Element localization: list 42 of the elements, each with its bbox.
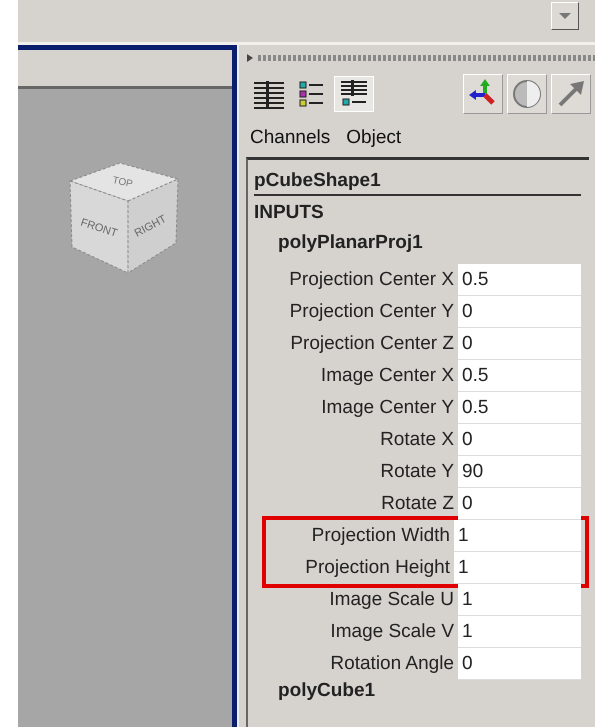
list-icon [252,79,286,109]
attribute-label[interactable]: Projection Center Z [254,328,458,360]
value-field[interactable]: 0.5 [458,264,581,296]
value-field[interactable]: 0 [458,488,581,520]
value-field[interactable]: 1 [458,616,581,648]
attribute-label[interactable]: Projection Center Y [254,296,458,328]
node-name[interactable]: polyPlanarProj1 [254,232,581,264]
value-field[interactable]: 0 [458,648,581,680]
attribute-label[interactable]: Rotate Z [254,488,458,520]
menu-item[interactable]: Object [346,127,402,149]
value-field[interactable]: 0 [458,424,581,456]
attribute-label[interactable]: Image Scale U [254,584,458,616]
attribute-label[interactable]: Projection Center X [254,264,458,296]
value-field[interactable]: 0 [458,328,581,360]
value-field[interactable]: 1 [454,552,581,584]
dropdown-button[interactable] [551,2,579,30]
object-name[interactable]: pCubeShape1 [254,170,581,196]
attribute-label[interactable]: Image Scale V [254,616,458,648]
section-heading: INPUTS [254,202,325,225]
both-panels-button[interactable] [334,76,374,112]
grip-handle[interactable] [258,55,595,61]
attribute-label[interactable]: Image Center X [254,360,458,392]
value-field[interactable]: 0 [458,296,581,328]
attribute-label[interactable]: Projection Height [266,552,454,584]
value-field[interactable]: 90 [458,456,581,488]
expand-arrow-icon[interactable] [246,53,254,63]
attribute-label[interactable]: Rotation Angle [254,648,458,680]
menu-item[interactable]: Channels [250,127,330,149]
axes-button[interactable] [463,74,503,114]
arrow-button[interactable] [551,74,591,114]
shading-button[interactable] [507,74,547,114]
value-field[interactable]: 0.5 [458,392,581,424]
value-field[interactable]: 0.5 [458,360,581,392]
attribute-label[interactable]: Rotate Y [254,456,458,488]
attribute-label[interactable]: Projection Width [266,520,454,552]
attribute-label[interactable]: Image Center Y [254,392,458,424]
value-field[interactable]: 1 [454,520,581,552]
node-name[interactable]: polyCube1 [254,680,581,712]
value-field[interactable]: 1 [458,584,581,616]
attribute-label[interactable]: Rotate X [254,424,458,456]
half-circle-icon [510,77,544,111]
caret-icon [558,12,572,20]
